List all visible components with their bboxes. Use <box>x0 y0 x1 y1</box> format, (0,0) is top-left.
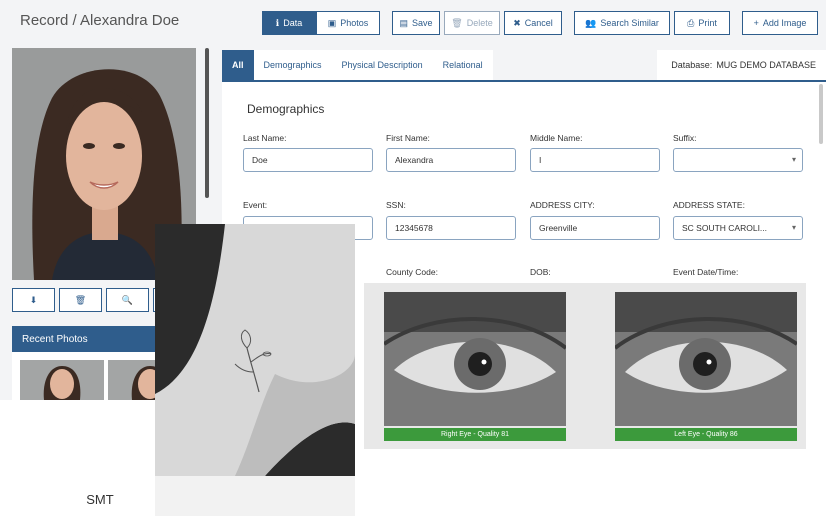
search-similar-button[interactable]: 👥 Search Similar <box>574 11 670 35</box>
zoom-button[interactable]: 🔍 <box>106 288 149 312</box>
page-title: Record / Alexandra Doe <box>20 12 180 29</box>
save-button-label: Save <box>412 18 433 28</box>
photos-button-label: Photos <box>340 18 369 28</box>
save-icon: ▤ <box>399 17 408 28</box>
download-button[interactable]: ⬇ <box>12 288 55 312</box>
address-city-field[interactable]: Greenville <box>530 216 660 240</box>
right-eye-quality: Right Eye - Quality 81 <box>384 428 566 441</box>
thumbnail-image <box>20 360 104 400</box>
database-indicator: Database: MUG DEMO DATABASE <box>657 50 826 80</box>
cancel-button-label: Cancel <box>524 18 553 28</box>
first-name-field[interactable]: Alexandra <box>386 148 516 172</box>
right-eye-image[interactable] <box>384 292 566 426</box>
address-state-value: SC SOUTH CAROLI... <box>682 223 768 233</box>
data-button[interactable]: ℹ Data <box>262 11 316 35</box>
print-icon: ⎙ <box>687 17 695 28</box>
dob-label: DOB: <box>530 267 551 277</box>
cancel-button[interactable]: ✖ Cancel <box>504 11 562 35</box>
print-button[interactable]: ⎙ Print <box>674 11 730 35</box>
zoom-icon: 🔍 <box>121 294 134 305</box>
delete-button[interactable]: 🗑 Delete <box>444 11 500 35</box>
users-icon: 👥 <box>585 17 597 28</box>
event-label: Event: <box>243 200 268 210</box>
address-state-label: ADDRESS STATE: <box>673 200 745 210</box>
caret-down-icon: ▾ <box>791 155 796 164</box>
county-code-label: County Code: <box>386 267 438 277</box>
database-label: Database: <box>671 60 713 70</box>
add-image-button[interactable]: + Add Image <box>742 11 818 35</box>
last-name-label: Last Name: <box>243 133 287 143</box>
plus-icon: + <box>753 18 759 28</box>
delete-button-label: Delete <box>466 18 493 28</box>
smt-card <box>155 224 355 516</box>
tab-physical-description[interactable]: Physical Description <box>331 50 433 80</box>
trash-icon: 🗑 <box>451 17 463 28</box>
suffix-label: Suffix: <box>673 133 697 143</box>
form-scrollbar[interactable] <box>819 84 823 144</box>
section-title: Demographics <box>247 102 325 116</box>
address-state-select[interactable]: SC SOUTH CAROLI... ▾ <box>673 216 803 240</box>
close-icon: ✖ <box>513 17 521 28</box>
left-eye-quality: Left Eye - Quality 86 <box>615 428 797 441</box>
download-icon: ⬇ <box>29 294 38 305</box>
record-tabs: All Demographics Physical Description Re… <box>222 50 826 80</box>
suffix-select[interactable]: ▾ <box>673 148 803 172</box>
left-eye-image[interactable] <box>615 292 797 426</box>
add-image-label: Add Image <box>762 18 807 28</box>
smt-caption: SMT <box>86 492 114 507</box>
tab-all[interactable]: All <box>222 50 254 80</box>
trash-icon: 🗑 <box>74 294 87 305</box>
photos-button[interactable]: ▣ Photos <box>316 11 380 35</box>
event-datetime-label: Event Date/Time: <box>673 267 739 277</box>
first-name-label: First Name: <box>386 133 430 143</box>
address-city-label: ADDRESS CITY: <box>530 200 595 210</box>
ssn-label: SSN: <box>386 200 406 210</box>
tab-relational[interactable]: Relational <box>432 50 493 80</box>
database-name: MUG DEMO DATABASE <box>716 60 816 70</box>
panel-resize-handle[interactable] <box>205 48 209 198</box>
save-button[interactable]: ▤ Save <box>392 11 440 35</box>
right-eye-photo <box>384 292 566 426</box>
recent-photo-thumbnail[interactable] <box>20 360 104 400</box>
image-icon: ▣ <box>327 17 337 28</box>
last-name-field[interactable]: Doe <box>243 148 373 172</box>
caret-down-icon: ▾ <box>791 223 796 232</box>
middle-name-field[interactable]: I <box>530 148 660 172</box>
print-button-label: Print <box>698 18 717 28</box>
smt-photo[interactable] <box>155 224 355 476</box>
info-icon: ℹ <box>275 17 280 28</box>
ssn-field[interactable]: 12345678 <box>386 216 516 240</box>
tab-demographics[interactable]: Demographics <box>253 50 332 80</box>
data-button-label: Data <box>283 18 303 28</box>
tattoo-image <box>155 224 355 476</box>
search-similar-label: Search Similar <box>600 18 659 28</box>
left-eye-photo <box>615 292 797 426</box>
middle-name-label: Middle Name: <box>530 133 583 143</box>
delete-photo-button[interactable]: 🗑 <box>59 288 102 312</box>
